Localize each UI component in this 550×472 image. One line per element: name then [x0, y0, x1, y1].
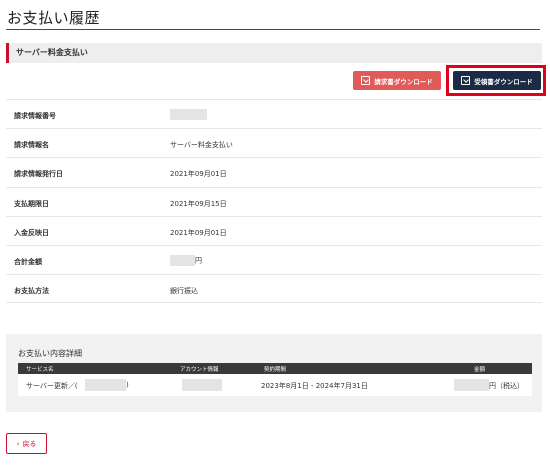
- info-label: 請求情報番号: [14, 112, 56, 120]
- table-row: サーバー更新／( ) 2023年8月1日 - 2024年7月31日 円（税込）: [18, 374, 532, 396]
- page-title: お支払い履歴: [7, 9, 101, 27]
- header-service: サービス名: [26, 367, 54, 373]
- amount-suffix: 円（税込）: [489, 382, 524, 390]
- info-label: 請求情報名: [14, 141, 49, 150]
- back-button[interactable]: ‹ 戻る: [6, 433, 47, 454]
- info-value: 銀行振込: [170, 287, 198, 296]
- masked-value: [170, 109, 207, 120]
- info-label: 入金反映日: [14, 228, 49, 237]
- details-title: お支払い内容詳細: [18, 349, 82, 358]
- download-icon: [361, 76, 371, 85]
- info-value: 円: [170, 254, 202, 266]
- payment-details-box: お支払い内容詳細 サービス名 アカウント情報 契約期間 金額 サーバー更新／( …: [6, 334, 542, 412]
- section-header: サーバー料金支払い: [6, 43, 542, 63]
- info-value: 2021年09月01日: [170, 228, 227, 237]
- period-cell: 2023年8月1日 - 2024年7月31日: [261, 382, 368, 390]
- currency-unit: 円: [195, 256, 202, 265]
- section-title: サーバー料金支払い: [16, 48, 88, 57]
- masked-amount: [454, 379, 489, 391]
- info-row-due-date: 支払期限日 2021年09月15日: [6, 186, 542, 216]
- info-label: お支払方法: [14, 287, 49, 296]
- info-label: 請求情報発行日: [14, 170, 63, 179]
- header-amount: 金額: [474, 367, 486, 373]
- back-label: 戻る: [22, 439, 37, 448]
- info-value: [170, 109, 207, 120]
- service-suffix: ): [126, 381, 129, 389]
- info-row-method: お支払方法 銀行振込: [6, 274, 542, 304]
- service-prefix: サーバー更新／(: [26, 382, 78, 390]
- info-label: 合計金額: [14, 257, 42, 266]
- billing-info-table: 請求情報番号 請求情報名 サーバー料金支払い 請求情報発行日 2021年09月0…: [6, 99, 542, 304]
- highlight-frame: [446, 65, 546, 96]
- info-value: 2021年09月01日: [170, 170, 227, 179]
- masked-service: [85, 379, 126, 391]
- info-row-total: 合計金額 円: [6, 244, 542, 274]
- invoice-download-label: 請求書ダウンロード: [374, 77, 433, 86]
- details-table: サービス名 アカウント情報 契約期間 金額 サーバー更新／( ) 2023年8月…: [18, 363, 532, 396]
- masked-value: [170, 254, 195, 266]
- invoice-download-button[interactable]: 請求書ダウンロード: [353, 71, 441, 90]
- info-row-name: 請求情報名 サーバー料金支払い: [6, 128, 542, 157]
- info-row-number: 請求情報番号: [6, 99, 542, 128]
- title-divider: [6, 29, 540, 30]
- info-value: サーバー料金支払い: [170, 141, 233, 150]
- chevron-left-icon: ‹: [16, 439, 20, 448]
- details-header-row: サービス名 アカウント情報 契約期間 金額: [18, 363, 532, 374]
- info-value: 2021年09月15日: [170, 199, 227, 208]
- info-row-payment-date: 入金反映日 2021年09月01日: [6, 215, 542, 245]
- info-row-issue-date: 請求情報発行日 2021年09月01日: [6, 157, 542, 186]
- masked-account: [182, 379, 222, 391]
- header-account: アカウント情報: [180, 367, 219, 373]
- info-label: 支払期限日: [14, 199, 49, 208]
- header-period: 契約期間: [264, 367, 287, 373]
